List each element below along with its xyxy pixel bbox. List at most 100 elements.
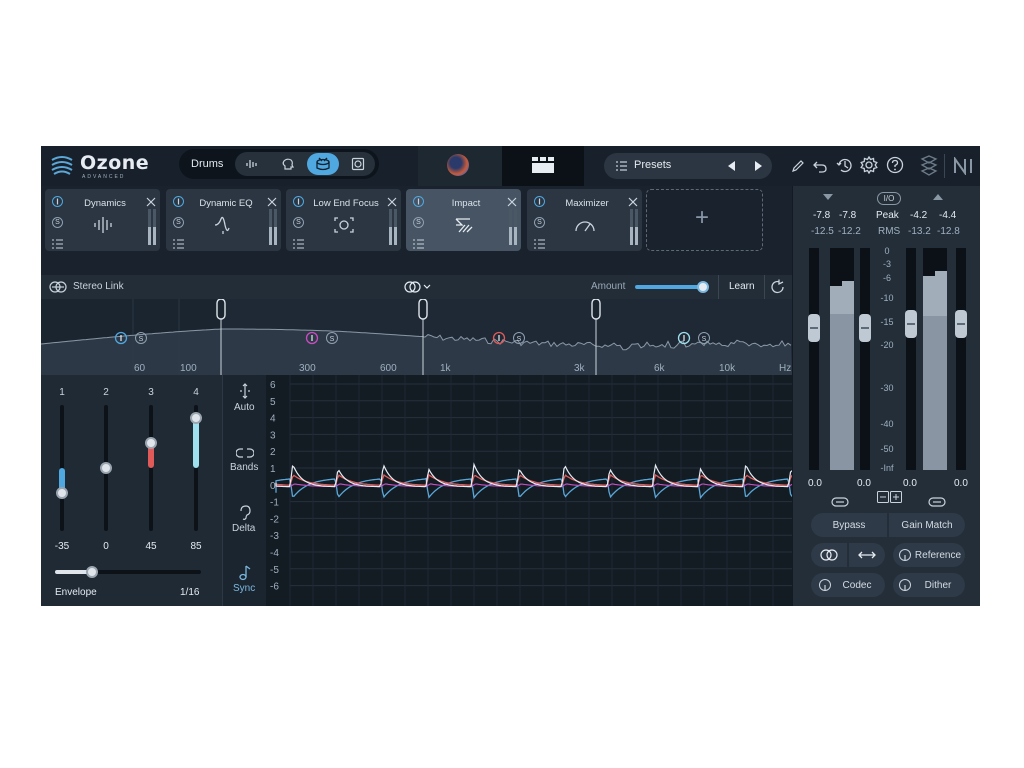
- solo-button[interactable]: S: [173, 217, 184, 228]
- stereo-mode-dropdown[interactable]: [403, 280, 435, 294]
- fader-grip: [907, 323, 915, 325]
- close-icon[interactable]: [146, 194, 156, 207]
- meter-rms-level: [830, 314, 842, 470]
- power-icon[interactable]: [293, 196, 304, 207]
- gain-fader-thumb[interactable]: [955, 310, 967, 338]
- close-icon[interactable]: [507, 194, 517, 207]
- auto-icon: [240, 383, 250, 399]
- menu-list-icon[interactable]: [173, 236, 185, 249]
- bypass-button[interactable]: Bypass: [811, 513, 887, 537]
- menu-list-icon[interactable]: [293, 236, 305, 249]
- gain-fader-thumb[interactable]: [808, 314, 820, 342]
- help-icon[interactable]: [886, 156, 904, 174]
- menu-list-icon[interactable]: [534, 236, 546, 249]
- power-icon[interactable]: [413, 196, 424, 207]
- solo-glyph: S: [330, 336, 335, 343]
- power-icon[interactable]: [173, 196, 184, 207]
- output-gain-l: 0.0: [903, 478, 917, 489]
- add-module-slot[interactable]: +: [646, 189, 763, 251]
- band-2-slider-thumb[interactable]: [100, 462, 112, 474]
- meter-rms-level: [935, 316, 947, 470]
- presets-bar[interactable]: Presets: [604, 153, 772, 179]
- vocal-button[interactable]: [239, 154, 265, 174]
- gain-match-button[interactable]: Gain Match: [889, 513, 965, 537]
- next-preset-icon[interactable]: [754, 161, 762, 171]
- meter-scale-label: -6: [882, 273, 891, 283]
- module-view-tab[interactable]: [502, 146, 584, 186]
- dither-power-icon[interactable]: [899, 579, 911, 591]
- power-icon[interactable]: [52, 196, 63, 207]
- solo-button[interactable]: S: [534, 217, 545, 228]
- mini-meter-right-fill: [274, 227, 277, 245]
- gain-fader-thumb[interactable]: [859, 314, 871, 342]
- previous-preset-icon[interactable]: [728, 161, 736, 171]
- module-card-impact[interactable]: S Impact: [406, 189, 521, 251]
- band-1-number: 1: [59, 387, 65, 398]
- app-edition: ADVANCED: [82, 174, 126, 180]
- solo-button[interactable]: S: [52, 217, 63, 228]
- codec-power-icon[interactable]: [819, 579, 831, 591]
- reset-learn-icon[interactable]: [770, 279, 786, 295]
- auto-tool[interactable]: Auto: [223, 383, 267, 417]
- reference-power-icon[interactable]: [899, 549, 911, 561]
- freq-label: 60: [134, 363, 146, 374]
- solo-button[interactable]: S: [413, 217, 424, 228]
- amount-slider[interactable]: [635, 281, 710, 293]
- crossover-handle[interactable]: [216, 299, 226, 320]
- module-card-dynamics[interactable]: S Dynamics: [45, 189, 160, 251]
- fader-grip: [810, 327, 818, 329]
- module-card-low-end-focus[interactable]: S Low End Focus: [286, 189, 401, 251]
- master-button[interactable]: [345, 154, 371, 174]
- band-4-slider-thumb[interactable]: [190, 411, 202, 424]
- module-name: Dynamics: [84, 198, 126, 209]
- freq-label: Hz: [779, 363, 791, 374]
- module-card-maximizer[interactable]: S Maximizer: [527, 189, 642, 251]
- drums-button[interactable]: [307, 153, 339, 175]
- swap-channels-button[interactable]: [849, 543, 885, 567]
- delta-tool[interactable]: Delta: [223, 505, 267, 539]
- gain-fader-thumb[interactable]: [905, 310, 917, 338]
- sync-tool[interactable]: Sync: [223, 565, 267, 599]
- envelope-slider-thumb[interactable]: [85, 566, 98, 578]
- stereo-mode-button[interactable]: [811, 543, 847, 567]
- menu-list-icon[interactable]: [52, 236, 64, 249]
- amount-slider-thumb[interactable]: [697, 281, 710, 293]
- menu-list-icon[interactable]: [413, 236, 425, 249]
- auto-label: Auto: [234, 402, 255, 413]
- close-icon[interactable]: [628, 194, 638, 207]
- close-icon[interactable]: [387, 194, 397, 207]
- drum-icon: [316, 157, 330, 171]
- settings-gear-icon[interactable]: [860, 156, 878, 174]
- gain-offset-controls[interactable]: [877, 491, 903, 504]
- freq-label: 6k: [654, 363, 666, 374]
- assistant-orb-icon[interactable]: [447, 154, 469, 176]
- ni-logo-icon: [954, 157, 972, 175]
- bands-tool[interactable]: Bands: [223, 445, 267, 479]
- band-3-slider-track[interactable]: [149, 405, 153, 531]
- link-icon[interactable]: [928, 494, 946, 507]
- close-icon[interactable]: [267, 194, 277, 207]
- io-toggle[interactable]: I/O: [877, 192, 901, 205]
- band-1-slider-thumb[interactable]: [56, 487, 68, 500]
- link-icon[interactable]: [831, 494, 849, 507]
- envelope-slider[interactable]: [55, 566, 201, 578]
- stereo-link-icon[interactable]: [49, 281, 67, 293]
- power-icon[interactable]: [534, 196, 545, 207]
- crossover-handle[interactable]: [591, 299, 601, 320]
- module-name: Low End Focus: [313, 198, 379, 209]
- solo-button[interactable]: S: [293, 217, 304, 228]
- voice-button[interactable]: [275, 154, 301, 174]
- history-icon[interactable]: [836, 157, 853, 174]
- ozone-window: Ozone ADVANCED Drums Presets S Dynamics …: [41, 146, 980, 606]
- band-3-slider-thumb[interactable]: [145, 436, 157, 449]
- learn-button[interactable]: Learn: [729, 281, 755, 292]
- app-name: Ozone: [80, 152, 150, 174]
- band-1-value: -35: [54, 541, 70, 552]
- module-card-dynamic-eq[interactable]: S Dynamic EQ: [166, 189, 281, 251]
- module-spacer: [41, 262, 792, 275]
- undo-icon[interactable]: [812, 158, 828, 174]
- pencil-icon[interactable]: [791, 159, 805, 173]
- crossover-handle[interactable]: [418, 299, 428, 320]
- top-bar: Ozone ADVANCED Drums Presets: [41, 146, 980, 186]
- input-gain-r: 0.0: [857, 478, 871, 489]
